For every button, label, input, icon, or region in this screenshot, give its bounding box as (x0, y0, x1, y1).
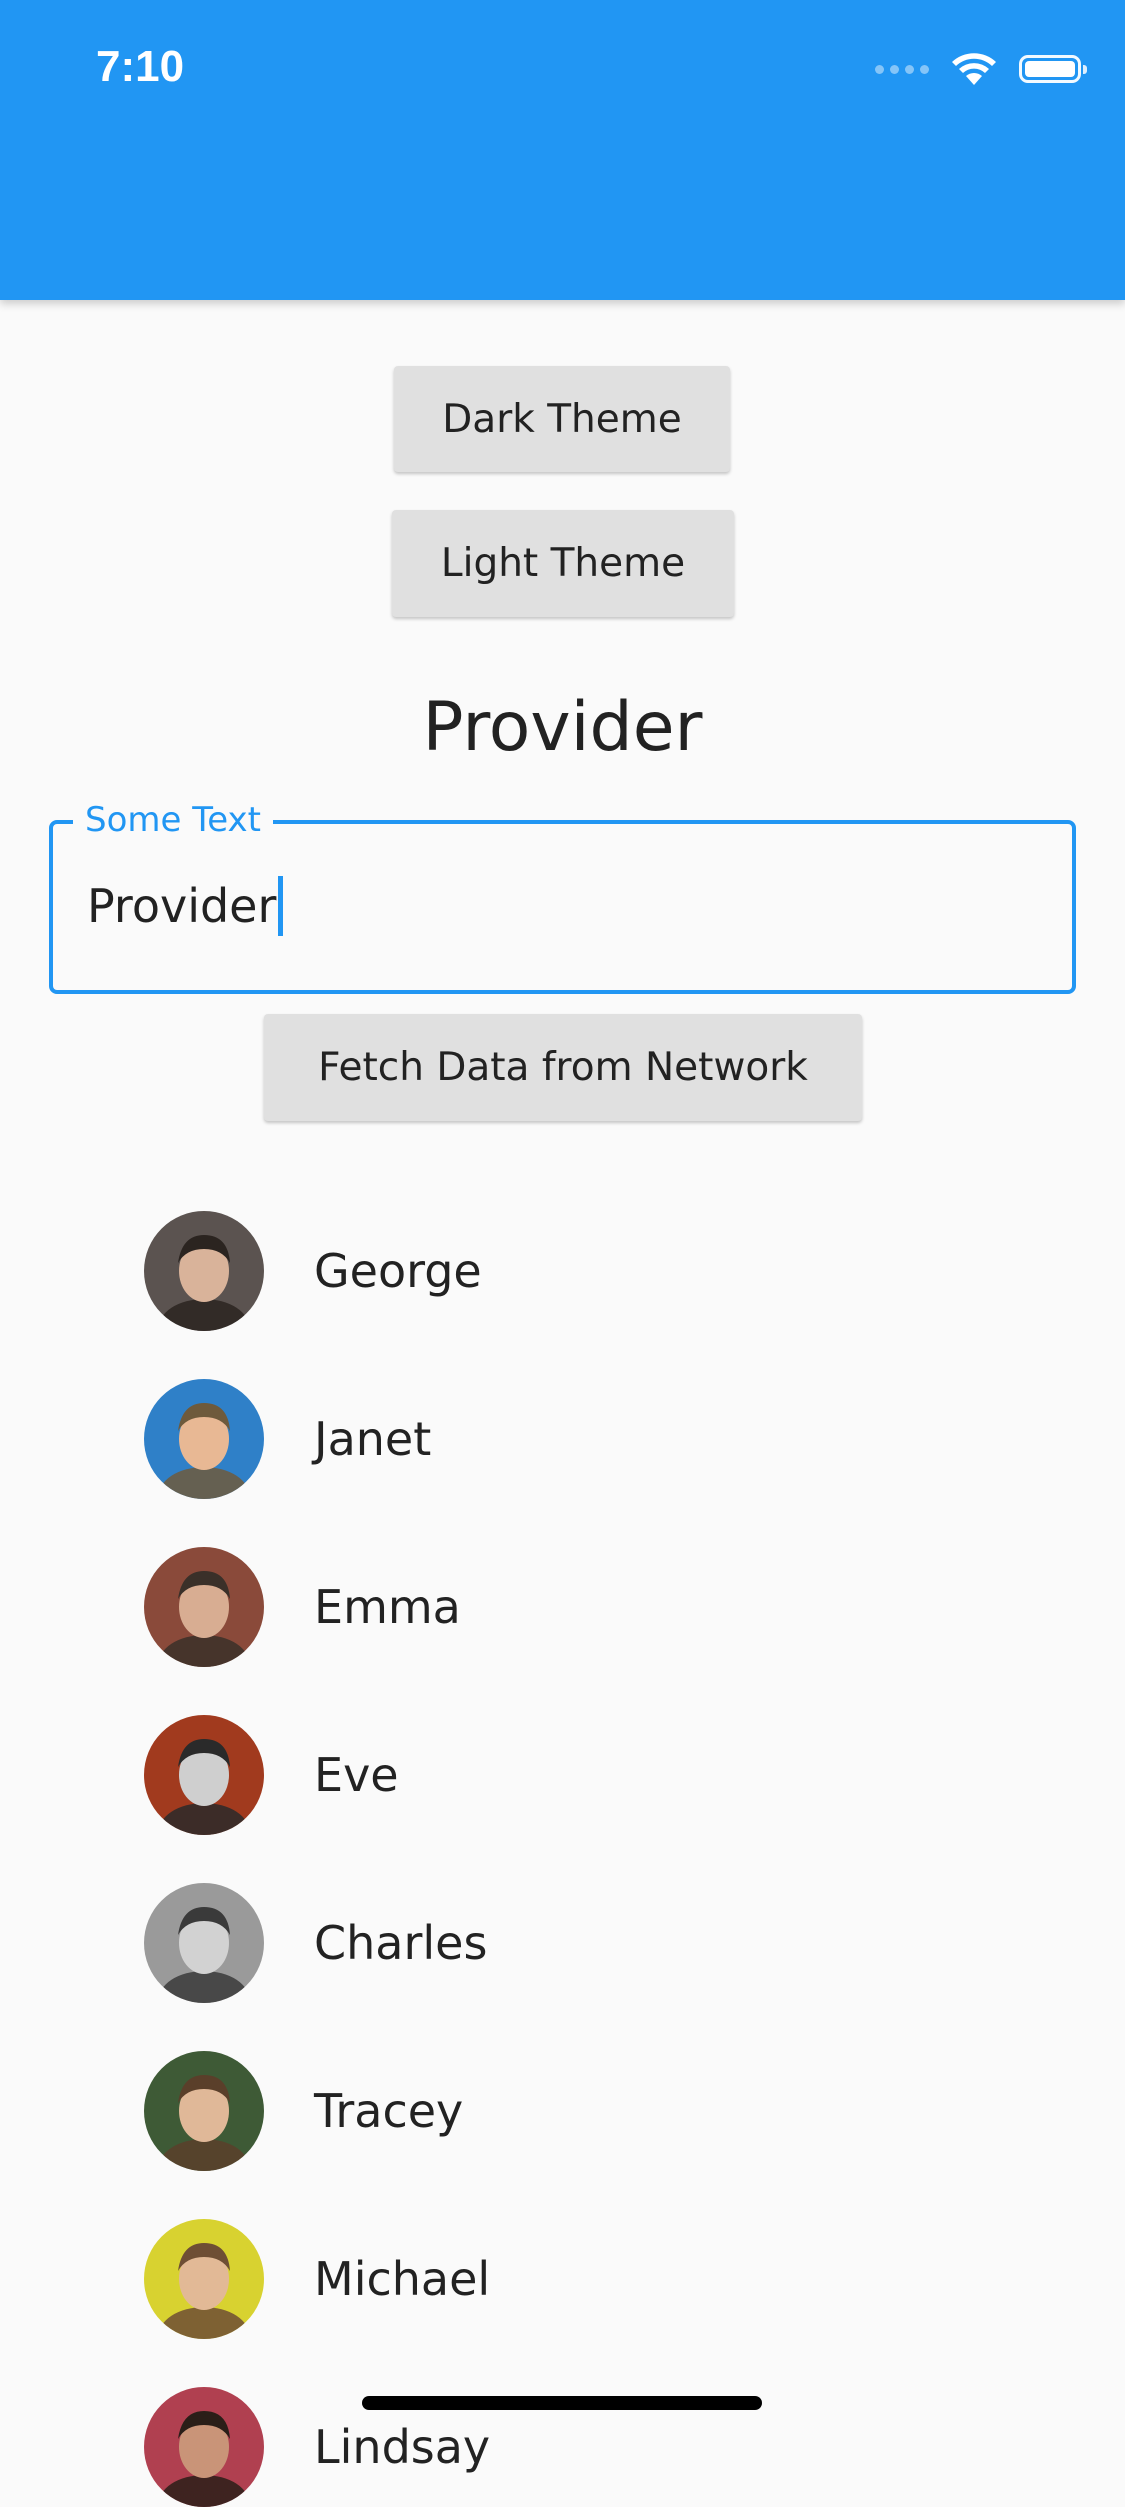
user-name: Charles (314, 1916, 488, 1970)
light-theme-button[interactable]: Light Theme (392, 510, 734, 617)
fetch-data-button[interactable]: Fetch Data from Network (264, 1014, 862, 1121)
home-indicator (362, 2396, 762, 2410)
user-name: Emma (314, 1580, 461, 1634)
user-list-item[interactable]: Eve (144, 1715, 399, 1835)
signal-icon (875, 64, 929, 74)
user-name: Eve (314, 1748, 399, 1802)
user-name: Michael (314, 2252, 491, 2306)
app-bar: 7:10 (0, 0, 1125, 300)
avatar (144, 1547, 264, 1667)
text-cursor (278, 876, 284, 936)
user-list-item[interactable]: Emma (144, 1547, 461, 1667)
user-list-item[interactable]: Tracey (144, 2051, 463, 2171)
wifi-icon (952, 53, 996, 85)
user-list-item[interactable]: George (144, 1211, 482, 1331)
avatar (144, 2387, 264, 2507)
avatar (144, 2051, 264, 2171)
battery-icon (1019, 55, 1087, 83)
field-label: Some Text (73, 798, 273, 842)
avatar (144, 1715, 264, 1835)
user-name: George (314, 1244, 482, 1298)
page-heading: Provider (422, 688, 703, 767)
status-time: 7:10 (96, 42, 185, 91)
user-name: Janet (314, 1412, 432, 1466)
dark-theme-button[interactable]: Dark Theme (394, 366, 730, 472)
user-list-item[interactable]: Charles (144, 1883, 487, 2003)
status-icons (875, 52, 1087, 86)
avatar (144, 1379, 264, 1499)
field-value-wrapper[interactable]: Provider (87, 876, 284, 936)
user-name: Tracey (314, 2084, 464, 2138)
avatar (144, 1211, 264, 1331)
user-name: Lindsay (314, 2420, 491, 2474)
some-text-field[interactable]: Some Text Provider (49, 798, 1076, 994)
field-value[interactable]: Provider (87, 879, 276, 933)
avatar (144, 2219, 264, 2339)
avatar (144, 1883, 264, 2003)
user-list-item[interactable]: Janet (144, 1379, 431, 1499)
user-list-item[interactable]: Michael (144, 2219, 490, 2339)
